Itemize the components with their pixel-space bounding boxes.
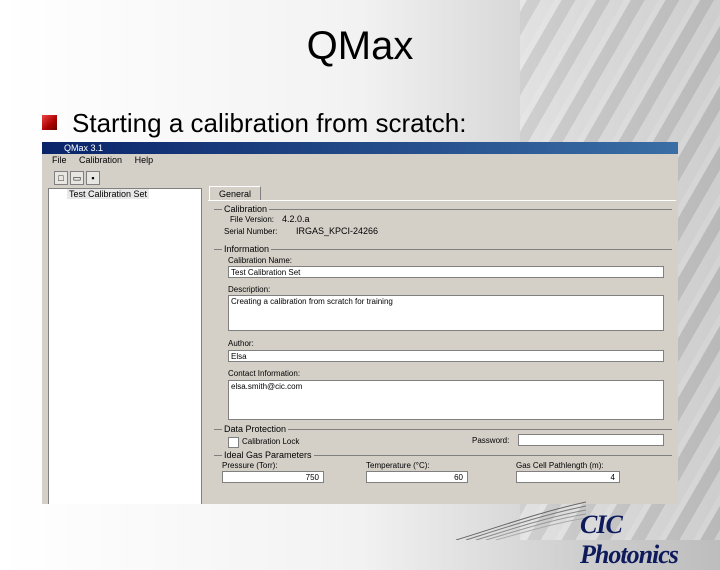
slide-title: QMax — [306, 24, 414, 68]
app-window: QMax 3.1 File Calibration Help □ ▭ ▪ Test … — [42, 142, 678, 504]
tree-item-calibration-set[interactable]: Test Calibration Set — [67, 189, 150, 199]
group-label-information: Information — [222, 244, 272, 254]
description-label: Description: — [228, 285, 271, 294]
menu-file[interactable]: File — [52, 155, 67, 165]
pressure-label: Pressure (Torr): — [222, 461, 278, 470]
description-field[interactable]: Creating a calibration from scratch for … — [228, 295, 664, 331]
calibration-name-label: Calibration Name: — [228, 256, 293, 265]
pressure-field[interactable]: 750 — [222, 471, 324, 483]
tab-general[interactable]: General — [209, 186, 261, 201]
calibration-name-field[interactable]: Test Calibration Set — [228, 266, 664, 278]
tab-body: Calibration File Version: 4.2.0.a Serial… — [208, 200, 676, 504]
calibration-lock-checkbox[interactable] — [228, 437, 239, 448]
window-title: QMax 3.1 — [64, 143, 104, 153]
contact-field[interactable]: elsa.smith@cic.com — [228, 380, 664, 420]
group-label-ideal-gas: Ideal Gas Parameters — [222, 450, 314, 460]
window-titlebar[interactable]: QMax 3.1 — [42, 142, 678, 154]
pathlength-field[interactable]: 4 — [516, 471, 620, 483]
menu-bar: File Calibration Help — [42, 155, 153, 168]
bullet-square-icon — [42, 115, 57, 130]
temperature-label: Temperature (°C): — [366, 461, 430, 470]
serial-number-value: IRGAS_KPCI-24266 — [296, 226, 379, 236]
group-label-data-protection: Data Protection — [222, 424, 289, 434]
save-icon[interactable]: ▪ — [86, 171, 100, 185]
menu-help[interactable]: Help — [135, 155, 154, 165]
author-label: Author: — [228, 339, 254, 348]
pathlength-label: Gas Cell Pathlength (m): — [516, 461, 604, 470]
new-file-icon[interactable]: □ — [54, 171, 68, 185]
group-label-calibration: Calibration — [222, 204, 270, 214]
open-folder-icon[interactable]: ▭ — [70, 171, 84, 185]
file-version-value: 4.2.0.a — [282, 214, 310, 224]
contact-label: Contact Information: — [228, 369, 301, 378]
file-version-label: File Version: — [230, 215, 275, 224]
menu-calibration[interactable]: Calibration — [79, 155, 122, 165]
serial-number-label: Serial Number: — [224, 227, 278, 236]
password-label: Password: — [472, 436, 510, 445]
cic-photonics-logo: CIC Photonics — [580, 510, 679, 569]
toolbar: □ ▭ ▪ — [54, 168, 102, 185]
calibration-tree: Test Calibration Set — [48, 188, 202, 504]
temperature-field[interactable]: 60 — [366, 471, 468, 483]
bullet-text: Starting a calibration from scratch: — [72, 108, 467, 138]
settings-panel: General Calibration File Version: 4.2.0.… — [208, 186, 678, 504]
swoosh-graphic — [456, 501, 586, 540]
calibration-lock-label: Calibration Lock — [242, 437, 300, 446]
password-field[interactable] — [518, 434, 664, 446]
author-field[interactable]: Elsa — [228, 350, 664, 362]
